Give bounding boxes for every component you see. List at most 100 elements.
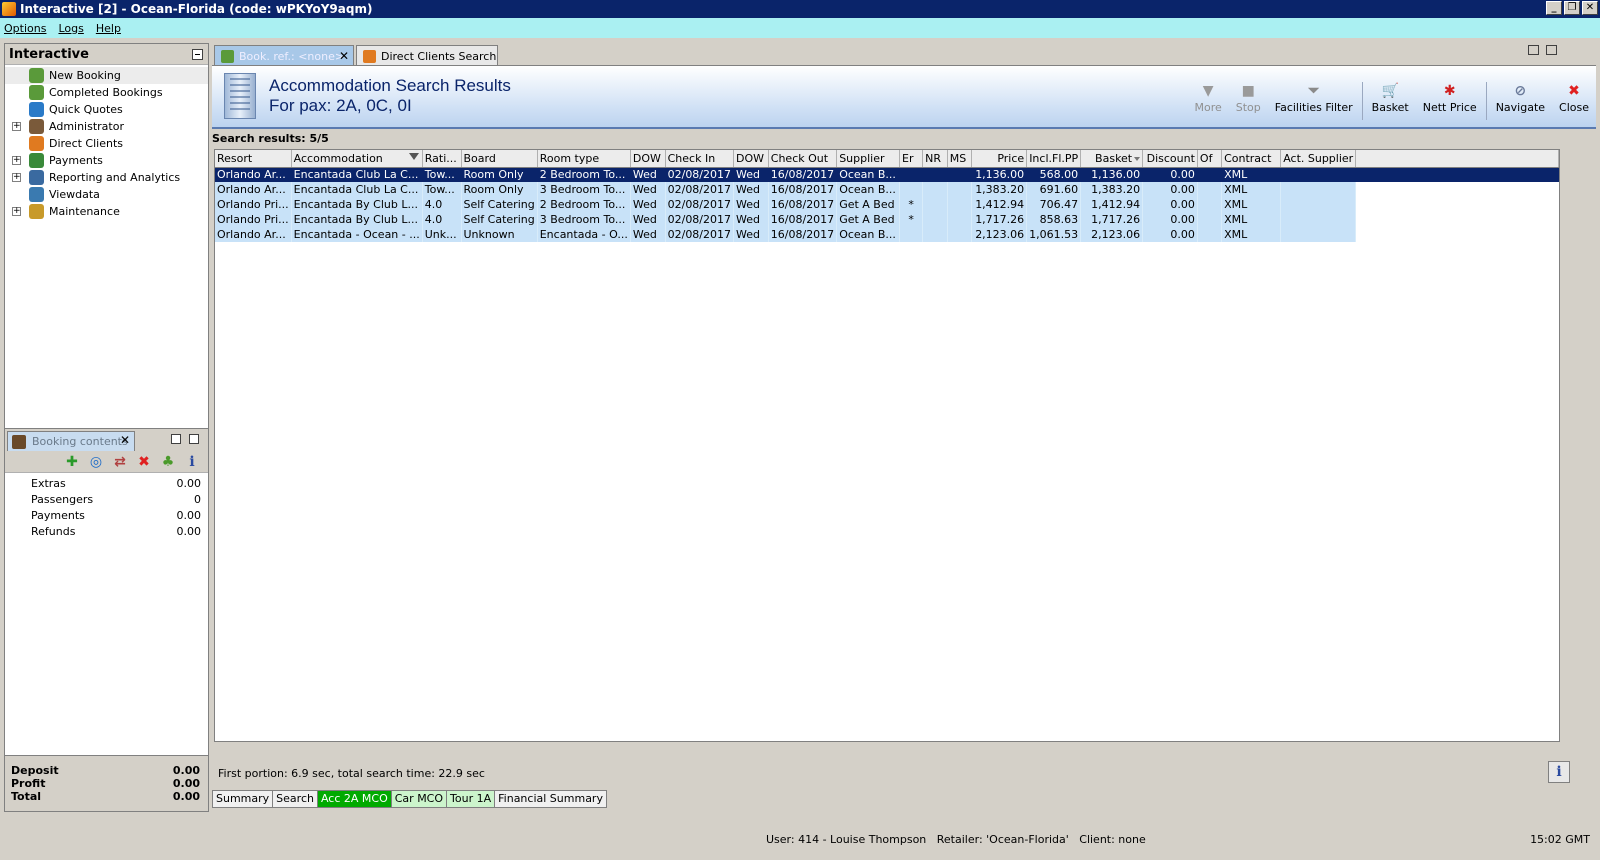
sidebar-item-payments[interactable]: + Payments (5, 152, 208, 169)
maximize-document-button[interactable] (1546, 45, 1557, 55)
total-label: Profit (11, 777, 46, 790)
table-cell: 568.00 (1026, 167, 1082, 182)
expand-icon[interactable]: + (12, 173, 21, 182)
refresh-icon[interactable]: ◎ (88, 454, 104, 470)
add-icon[interactable]: ✚ (64, 454, 80, 470)
basket-button[interactable]: 🛒 Basket (1365, 82, 1416, 114)
maximize-panel-button[interactable] (189, 434, 199, 444)
column-header[interactable]: Act. Supplier (1280, 150, 1357, 168)
sidebar-item-reporting-and-analytics[interactable]: + Reporting and Analytics (5, 169, 208, 186)
tab-car-mco[interactable]: Car MCO (390, 790, 448, 808)
minimize-panel-button[interactable] (171, 434, 181, 444)
more-arrow-icon: ▼ (1202, 83, 1214, 99)
table-row[interactable]: Orlando Pri... Encantada By Club L... 4.0 S… (215, 212, 1559, 227)
table-row[interactable]: Orlando Ar... Encantada Club La C... Tow..… (215, 167, 1559, 182)
close-button[interactable]: ✖ Close (1552, 82, 1596, 114)
tab-financial-summary[interactable]: Financial Summary (494, 790, 607, 808)
column-header[interactable]: Board (461, 150, 538, 168)
tab-tour-1a[interactable]: Tour 1A (446, 790, 496, 808)
collapse-panel-button[interactable] (192, 49, 203, 60)
sidebar-item-viewdata[interactable]: Viewdata (5, 186, 208, 203)
sidebar-item-icon (29, 136, 44, 151)
minimize-document-button[interactable] (1528, 45, 1539, 55)
sidebar-item-icon (29, 204, 44, 219)
palm-tree-icon[interactable]: ♣ (160, 454, 176, 470)
menu-help[interactable]: Help (96, 22, 121, 35)
table-cell: Wed (733, 197, 769, 212)
column-header[interactable]: Discount (1142, 150, 1198, 168)
column-header[interactable]: Room type (537, 150, 631, 168)
column-header[interactable]: NR (922, 150, 948, 168)
column-header[interactable]: Incl.Fl.PP (1026, 150, 1082, 168)
navigate-button[interactable]: ⊘ Navigate (1489, 82, 1552, 114)
sidebar-item-quick-quotes[interactable]: Quick Quotes (5, 101, 208, 118)
minimize-button[interactable]: _ (1546, 1, 1562, 15)
expand-icon[interactable]: + (12, 122, 21, 131)
table-cell (899, 167, 924, 182)
column-header[interactable]: Rati... (422, 150, 462, 168)
table-row[interactable]: Orlando Pri... Encantada By Club L... 4.0 S… (215, 197, 1559, 212)
column-header[interactable]: Er (899, 150, 924, 168)
sidebar-item-new-booking[interactable]: New Booking (5, 67, 208, 84)
table-row[interactable]: Orlando Ar... Encantada Club La C... Tow..… (215, 182, 1559, 197)
sidebar-item-label: Completed Bookings (49, 86, 163, 99)
column-header[interactable]: Contract (1221, 150, 1282, 168)
column-header[interactable]: Supplier (836, 150, 901, 168)
results-header: Accommodation Search Results For pax: 2A… (212, 65, 1596, 129)
total-value: 0.00 (172, 790, 200, 803)
table-cell: Room Only (461, 182, 538, 197)
sidebar-item-maintenance[interactable]: + Maintenance (5, 203, 208, 220)
toolbar-button-label: Navigate (1495, 101, 1546, 114)
column-header[interactable]: Check In (665, 150, 735, 168)
table-row[interactable]: Orlando Ar... Encantada - Ocean - ... Unk.… (215, 227, 1559, 242)
sidebar-item-direct-clients[interactable]: Direct Clients (5, 135, 208, 152)
menu-options[interactable]: Options (4, 22, 46, 35)
tab-summary[interactable]: Summary (212, 790, 274, 808)
transfer-icon[interactable]: ⇄ (112, 454, 128, 470)
building-icon (224, 73, 256, 119)
booking-contents-tab[interactable]: Booking contents ✕ (7, 431, 135, 451)
sidebar-item-administrator[interactable]: + Administrator (5, 118, 208, 135)
column-header[interactable]: DOW (630, 150, 666, 168)
delete-icon[interactable]: ✖ (136, 454, 152, 470)
more-button[interactable]: ▼ More (1187, 82, 1228, 114)
column-header[interactable]: Accommodation (291, 150, 423, 168)
booking-row-label: Passengers (31, 492, 94, 506)
table-cell: 1,136.00 (1080, 167, 1144, 182)
close-tab-icon[interactable]: ✕ (120, 433, 130, 447)
close-tab-icon[interactable]: ✕ (339, 49, 349, 63)
column-header[interactable]: Basket (1080, 150, 1144, 168)
table-cell: 691.60 (1026, 182, 1082, 197)
menu-logs[interactable]: Logs (58, 22, 83, 35)
restore-button[interactable]: ❐ (1564, 1, 1580, 15)
table-cell: Get A Bed (836, 212, 901, 227)
info-button[interactable]: i (1548, 761, 1570, 783)
tab-direct-clients-search[interactable]: Direct Clients Search (356, 45, 498, 66)
column-header[interactable]: Check Out (768, 150, 838, 168)
column-header[interactable]: Of (1197, 150, 1223, 168)
menu-bar: Options Logs Help (0, 18, 1600, 38)
expand-icon[interactable]: + (12, 207, 21, 216)
total-label: Deposit (11, 764, 59, 777)
info-icon[interactable]: i (184, 454, 200, 470)
table-cell: XML (1221, 182, 1282, 197)
column-header[interactable]: DOW (733, 150, 769, 168)
column-filter-icon[interactable] (408, 153, 419, 160)
window-close-button[interactable]: ✕ (1582, 1, 1598, 15)
tab-booking-ref[interactable]: Book. ref.: <none> ✕ (214, 45, 354, 66)
tab-search[interactable]: Search (272, 790, 318, 808)
table-cell: 0.00 (1142, 227, 1198, 242)
facilities-filter-button[interactable]: ⏷ Facilities Filter (1268, 82, 1360, 114)
column-header[interactable]: MS (947, 150, 973, 168)
nett-price-button[interactable]: ✱ Nett Price (1416, 82, 1484, 114)
column-header[interactable]: Resort (215, 150, 292, 168)
column-header-label: MS (949, 151, 967, 165)
table-cell: 02/08/2017 (665, 227, 735, 242)
table-cell: Encantada By Club L... (291, 212, 423, 227)
stop-button[interactable]: ■ Stop (1229, 82, 1268, 114)
expand-icon[interactable]: + (12, 156, 21, 165)
column-header[interactable]: Price (971, 150, 1028, 168)
sidebar-item-label: Quick Quotes (49, 103, 123, 116)
tab-acc-2a-mco[interactable]: Acc 2A MCO (316, 790, 392, 808)
sidebar-item-completed-bookings[interactable]: Completed Bookings (5, 84, 208, 101)
